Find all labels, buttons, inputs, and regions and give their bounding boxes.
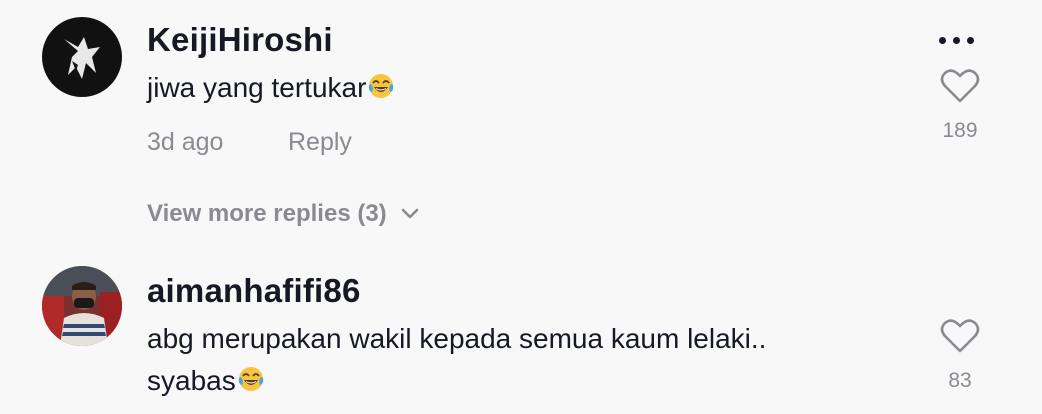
avatar-image [42,17,122,97]
avatar-image [42,266,122,346]
comment-text-line: syabas [147,361,266,401]
face-with-tears-of-joy-icon [238,367,263,391]
view-more-replies-button[interactable]: View more replies (3) [147,200,419,228]
more-options-button[interactable] [939,37,974,44]
more-dots-icon [953,37,960,44]
reply-button[interactable]: Reply [288,128,352,157]
more-dots-icon [939,37,946,44]
heart-outline-icon[interactable] [940,68,980,104]
heart-outline-icon[interactable] [940,318,980,354]
more-dots-icon [967,37,974,44]
avatar[interactable] [42,266,122,346]
face-with-tears-of-joy-icon [369,74,394,98]
avatar[interactable] [42,17,122,97]
like-count: 83 [948,369,972,392]
comment-text-line: abg merupakan wakil kepada semua kaum le… [147,323,767,354]
comment-username[interactable]: aimanhafifi86 [147,272,361,310]
view-more-replies-label: View more replies (3) [147,200,387,227]
comment-list: KeijiHiroshi jiwa yang tertukar 189 3d a… [0,0,1042,414]
comment-text-content: jiwa yang tertukar [147,72,367,103]
comment-text-content: syabas [147,365,236,396]
comment-text: jiwa yang tertukar [147,68,396,108]
chevron-down-icon [401,208,418,219]
like-count: 189 [942,119,978,142]
comment-timestamp: 3d ago [147,128,224,156]
comment-username[interactable]: KeijiHiroshi [147,21,333,59]
